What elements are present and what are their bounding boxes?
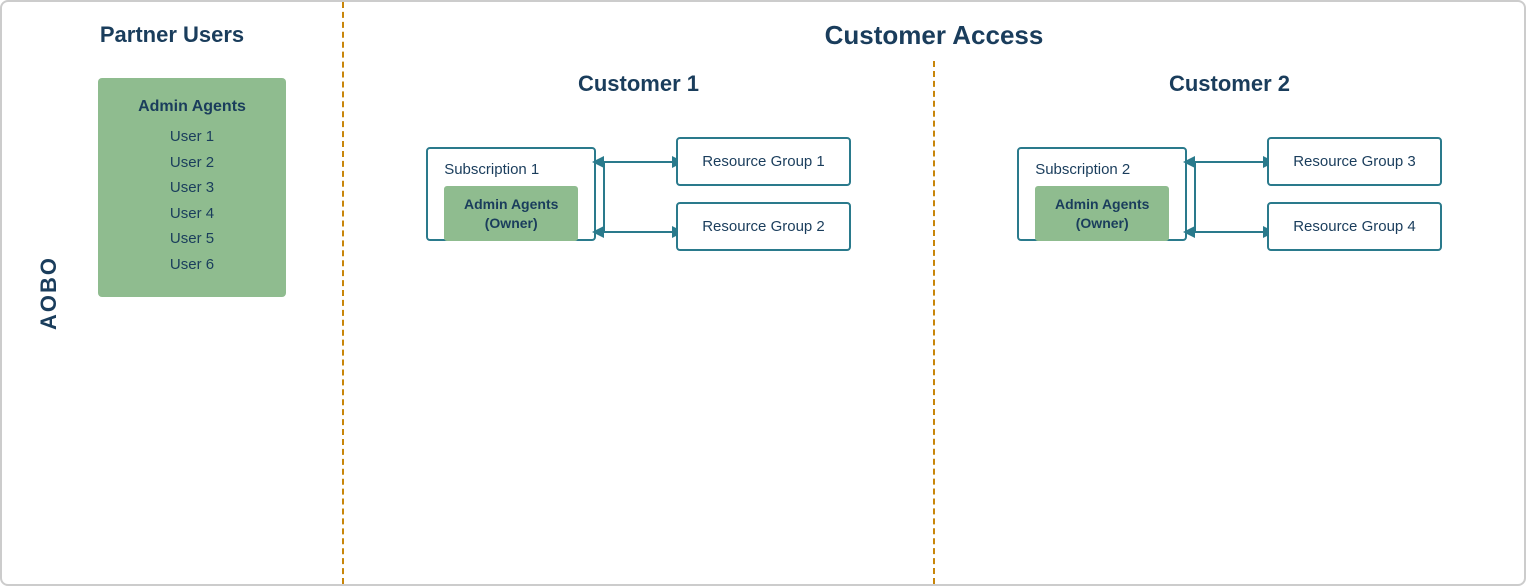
partner-users-title: Partner Users	[100, 22, 244, 48]
customer2-resource-groups: Resource Group 3 Resource Group 4	[1267, 137, 1442, 251]
customer1-title: Customer 1	[578, 71, 699, 97]
resource-group-4-box: Resource Group 4	[1267, 202, 1442, 251]
user-list-item: User 2	[138, 150, 246, 176]
subscription1-label: Subscription 1	[444, 161, 578, 178]
customers-row: Customer 1 Subscription 1 Admin Agents(O…	[344, 61, 1524, 584]
user-list-item: User 6	[138, 252, 246, 278]
customer-access-title: Customer Access	[344, 2, 1524, 61]
subscription2-box: Subscription 2 Admin Agents(Owner)	[1017, 147, 1187, 240]
partner-users-section: Partner Users AOBO Admin Agents User 1Us…	[2, 2, 342, 584]
subscription2-admin-badge: Admin Agents(Owner)	[1035, 186, 1169, 240]
customer2-title: Customer 2	[1169, 71, 1290, 97]
resource-group-3-box: Resource Group 3	[1267, 137, 1442, 186]
user-list-item: User 5	[138, 226, 246, 252]
subscription1-admin-badge: Admin Agents(Owner)	[444, 186, 578, 240]
customer2-panel: Customer 2 Subscription 2 Admin Agents(O…	[935, 61, 1524, 584]
diagram-container: Partner Users AOBO Admin Agents User 1Us…	[0, 0, 1526, 586]
user-list: User 1User 2User 3User 4User 5User 6	[138, 124, 246, 277]
user-list-item: User 3	[138, 175, 246, 201]
subscription1-box: Subscription 1 Admin Agents(Owner)	[426, 147, 596, 240]
resource-group-1-box: Resource Group 1	[676, 137, 851, 186]
user-list-item: User 1	[138, 124, 246, 150]
customer-access-section: Customer Access Customer 1 Subscription …	[344, 2, 1524, 584]
admin-agents-box: Admin Agents User 1User 2User 3User 4Use…	[98, 78, 286, 297]
user-list-item: User 4	[138, 201, 246, 227]
customer2-subscription-area: Subscription 2 Admin Agents(Owner)	[1017, 137, 1442, 251]
customer1-panel: Customer 1 Subscription 1 Admin Agents(O…	[344, 61, 933, 584]
admin-agents-box-title: Admin Agents	[138, 98, 246, 116]
resource-group-2-box: Resource Group 2	[676, 202, 851, 251]
customer1-resource-groups: Resource Group 1 Resource Group 2	[676, 137, 851, 251]
customer1-subscription-area: Subscription 1 Admin Agents(Owner)	[426, 137, 851, 251]
aobo-label: AOBO	[36, 256, 62, 330]
subscription2-label: Subscription 2	[1035, 161, 1169, 178]
